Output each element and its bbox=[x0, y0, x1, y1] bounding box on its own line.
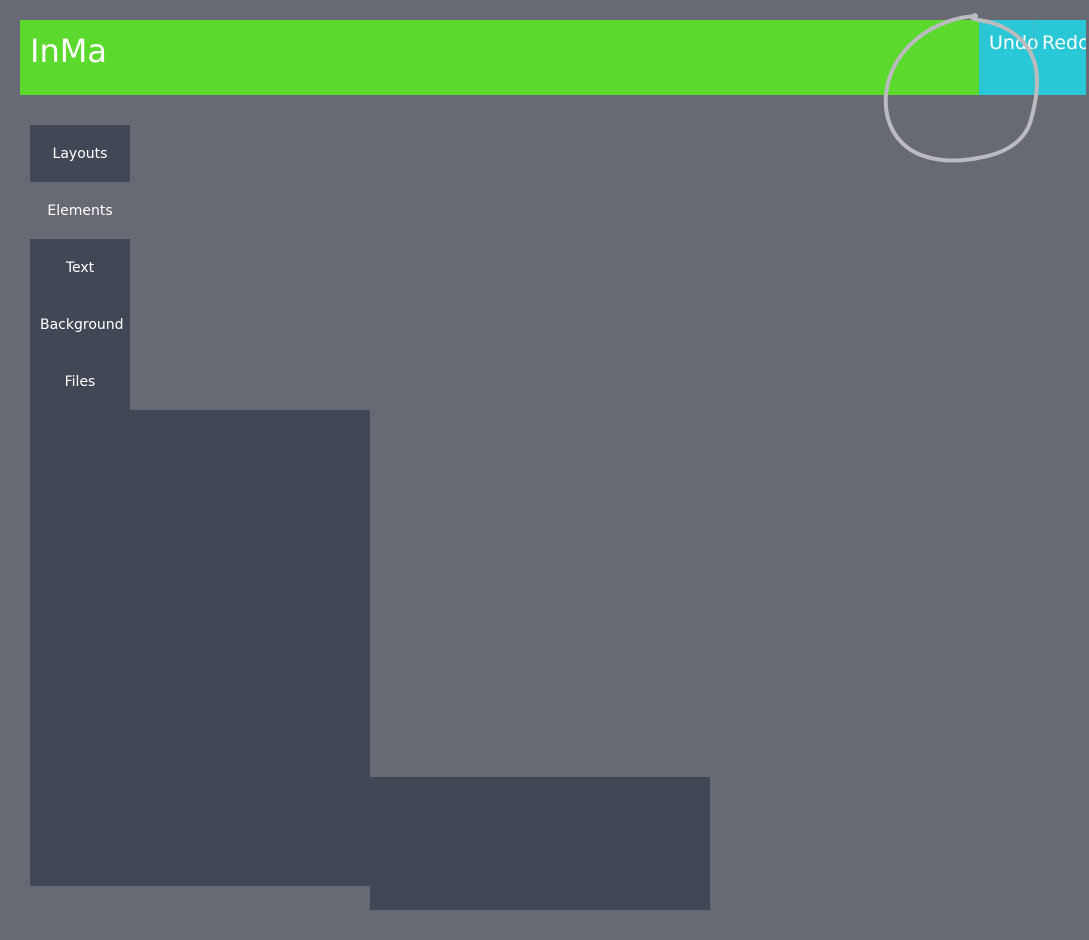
sidebar-item-layouts[interactable]: Layouts bbox=[30, 125, 130, 182]
redo-button[interactable]: Redo bbox=[1042, 32, 1086, 54]
action-divider bbox=[1033, 20, 1034, 95]
side-panel bbox=[30, 410, 370, 886]
sidebar-item-files[interactable]: Files bbox=[30, 353, 130, 410]
sidebar-item-elements[interactable]: Elements bbox=[30, 182, 130, 239]
sidebar-item-text[interactable]: Text bbox=[30, 239, 130, 296]
bottom-panel bbox=[370, 777, 710, 910]
sidebar-tabs: Layouts Elements Text Background Files bbox=[30, 125, 130, 410]
undo-button[interactable]: Undo bbox=[989, 32, 1039, 54]
sidebar-item-background[interactable]: Background bbox=[30, 296, 130, 353]
history-actions: Undo Redo bbox=[979, 20, 1086, 95]
top-bar: InMa Undo Redo bbox=[20, 20, 1086, 95]
app-title: InMa bbox=[30, 32, 107, 70]
